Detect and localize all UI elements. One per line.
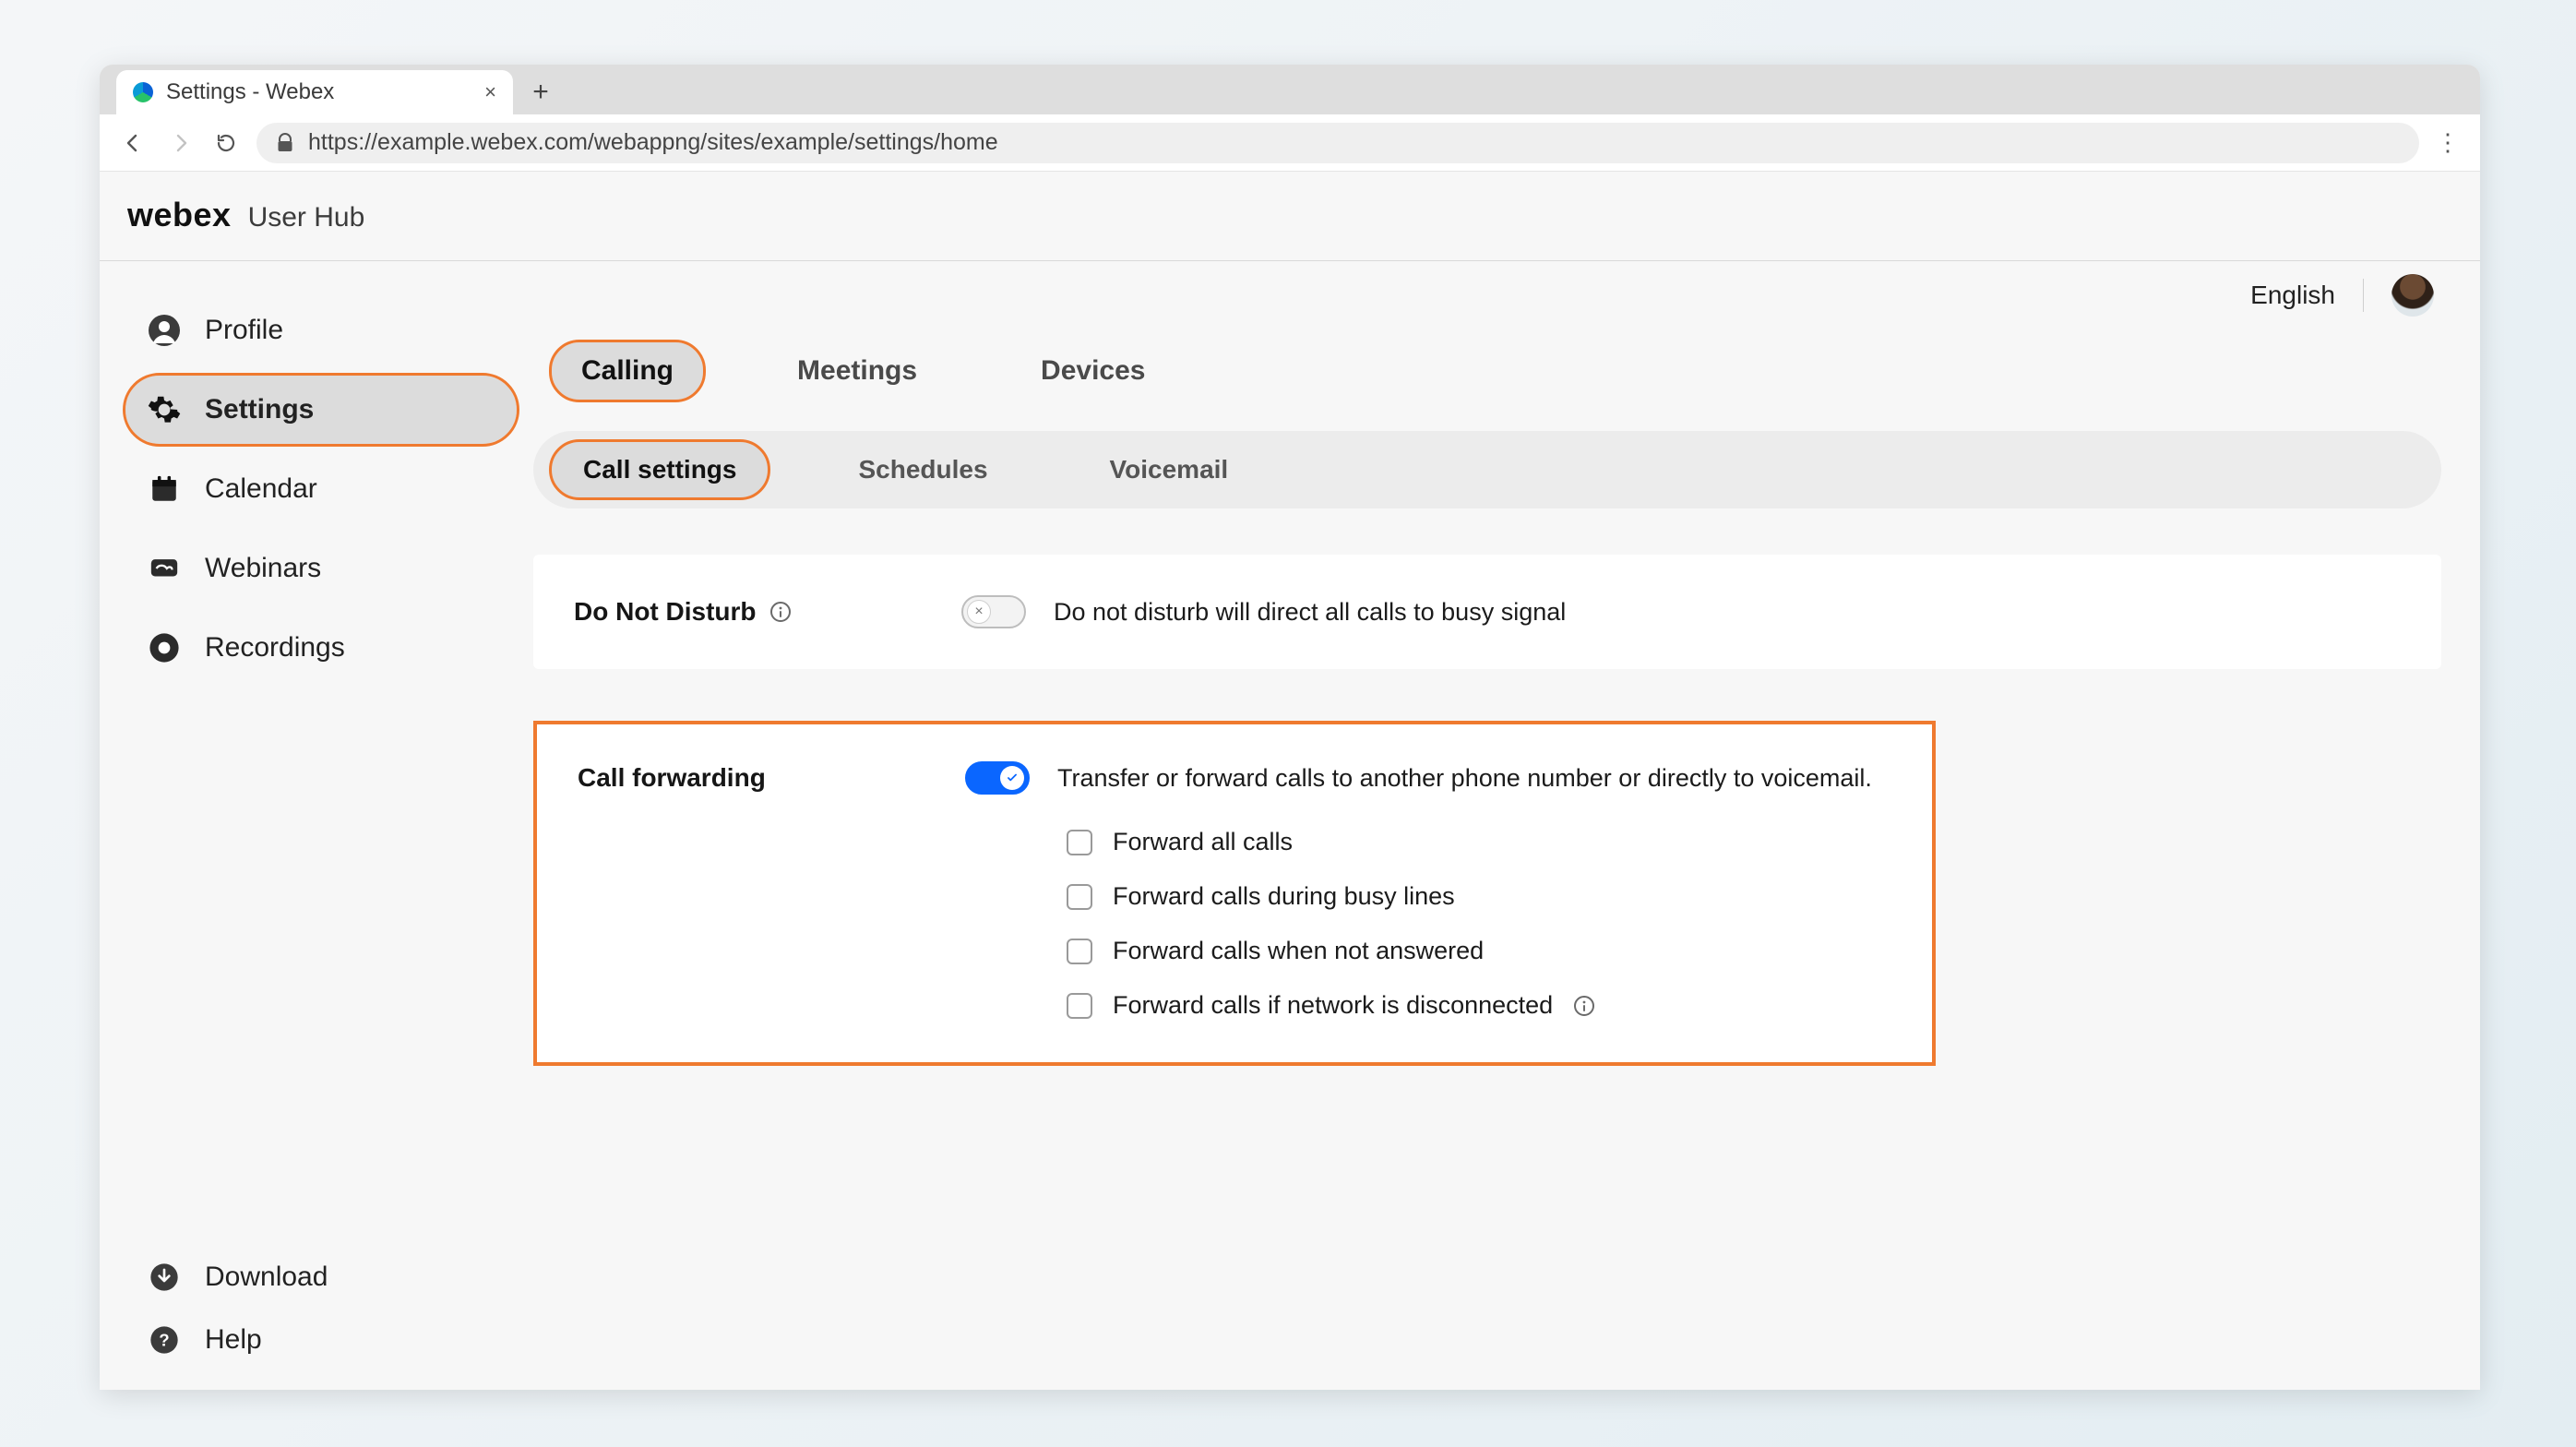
brand-row: webex User Hub <box>100 172 2480 260</box>
option-forward-noanswer[interactable]: Forward calls when not answered <box>1067 937 1891 965</box>
separator <box>2363 279 2364 312</box>
dnd-title-row: Do Not Disturb <box>574 597 961 627</box>
svg-text:?: ? <box>159 1331 169 1350</box>
sidebar-item-profile[interactable]: Profile <box>125 296 517 365</box>
sidebar-item-settings[interactable]: Settings <box>125 376 517 444</box>
profile-icon <box>146 312 183 349</box>
calendar-icon <box>146 471 183 508</box>
sidebar-item-label: Download <box>205 1262 328 1293</box>
option-label: Forward calls if network is disconnected <box>1113 991 1553 1020</box>
address-bar-row: https://example.webex.com/webappng/sites… <box>100 114 2480 172</box>
option-label: Forward calls when not answered <box>1113 937 1484 965</box>
download-icon <box>146 1259 183 1296</box>
back-button[interactable] <box>118 127 149 159</box>
arrow-left-icon <box>123 132 145 154</box>
sidebar-item-download[interactable]: Download <box>125 1246 517 1309</box>
record-icon <box>146 629 183 666</box>
subtab-voicemail[interactable]: Voicemail <box>1079 442 1260 497</box>
secondary-tabs: Call settings Schedules Voicemail <box>533 431 2441 508</box>
browser-tab-title: Settings - Webex <box>166 79 334 105</box>
info-icon[interactable] <box>1573 995 1595 1017</box>
sidebar-item-webinars[interactable]: Webinars <box>125 534 517 603</box>
gear-icon <box>146 391 183 428</box>
brand-name: webex <box>127 196 232 234</box>
checkbox[interactable] <box>1067 993 1092 1019</box>
info-icon[interactable] <box>769 601 792 623</box>
new-tab-button[interactable]: + <box>520 72 561 113</box>
avatar[interactable] <box>2391 274 2434 317</box>
dnd-toggle[interactable]: × <box>961 595 1026 628</box>
sidebar-item-label: Webinars <box>205 553 321 584</box>
arrow-right-icon <box>169 132 191 154</box>
reload-button[interactable] <box>210 127 242 159</box>
lock-icon <box>277 133 293 153</box>
browser-window: Settings - Webex × + https://example.web… <box>100 65 2480 1390</box>
address-bar[interactable]: https://example.webex.com/webappng/sites… <box>256 123 2419 163</box>
sidebar-bottom: Download ? Help <box>125 1246 517 1371</box>
browser-tab[interactable]: Settings - Webex × <box>116 70 513 114</box>
top-right-controls: English <box>2250 274 2434 317</box>
tab-meetings[interactable]: Meetings <box>768 342 947 400</box>
sidebar-item-label: Recordings <box>205 632 345 664</box>
sidebar-item-label: Profile <box>205 315 283 346</box>
dnd-panel: Do Not Disturb × Do not disturb will dir… <box>533 555 2441 669</box>
call-forwarding-toggle[interactable] <box>965 761 1030 795</box>
toggle-on-indicator <box>1000 766 1024 790</box>
call-forwarding-options: Forward all calls Forward calls during b… <box>1067 828 1891 1020</box>
sidebar-item-help[interactable]: ? Help <box>125 1309 517 1371</box>
browser-menu-button[interactable]: ⋮ <box>2434 128 2462 157</box>
tab-devices[interactable]: Devices <box>1011 342 1175 400</box>
subtab-call-settings[interactable]: Call settings <box>552 442 768 497</box>
dnd-title: Do Not Disturb <box>574 597 757 627</box>
option-forward-all[interactable]: Forward all calls <box>1067 828 1891 856</box>
checkbox[interactable] <box>1067 830 1092 855</box>
sidebar-item-recordings[interactable]: Recordings <box>125 614 517 682</box>
help-icon: ? <box>146 1321 183 1358</box>
checkbox[interactable] <box>1067 939 1092 964</box>
dnd-description: Do not disturb will direct all calls to … <box>1054 598 1566 627</box>
option-label: Forward all calls <box>1113 828 1293 856</box>
sidebar-item-label: Calendar <box>205 473 317 505</box>
primary-tabs: Calling Meetings Devices <box>533 278 2458 400</box>
sidebar: Profile Settings Calendar <box>100 261 533 1390</box>
content-area: English Calling Meetings Devices Call se… <box>533 261 2480 1390</box>
webex-favicon <box>133 82 153 102</box>
toggle-off-indicator: × <box>967 600 991 624</box>
sidebar-item-calendar[interactable]: Calendar <box>125 455 517 523</box>
app-root: webex User Hub Profile <box>100 172 2480 1390</box>
url-text: https://example.webex.com/webappng/sites… <box>308 129 998 156</box>
brand-sub: User Hub <box>248 202 365 233</box>
call-forwarding-description: Transfer or forward calls to another pho… <box>1057 764 1872 793</box>
close-tab-icon[interactable]: × <box>484 80 496 104</box>
call-forwarding-panel: Call forwarding Transfer or forward call… <box>533 721 1936 1066</box>
call-forwarding-title: Call forwarding <box>578 763 766 793</box>
tab-calling[interactable]: Calling <box>552 342 703 400</box>
webinar-icon <box>146 550 183 587</box>
option-label: Forward calls during busy lines <box>1113 882 1455 911</box>
option-forward-busy[interactable]: Forward calls during busy lines <box>1067 882 1891 911</box>
app-main: Profile Settings Calendar <box>100 261 2480 1390</box>
sidebar-item-label: Help <box>205 1324 262 1356</box>
option-forward-disconnected[interactable]: Forward calls if network is disconnected <box>1067 991 1891 1020</box>
reload-icon <box>215 132 237 154</box>
call-forwarding-title-row: Call forwarding <box>578 763 965 793</box>
tab-strip: Settings - Webex × + <box>100 65 2480 114</box>
subtab-schedules[interactable]: Schedules <box>827 442 1019 497</box>
language-selector[interactable]: English <box>2250 281 2335 310</box>
forward-button[interactable] <box>164 127 196 159</box>
checkbox[interactable] <box>1067 884 1092 910</box>
sidebar-item-label: Settings <box>205 394 314 425</box>
